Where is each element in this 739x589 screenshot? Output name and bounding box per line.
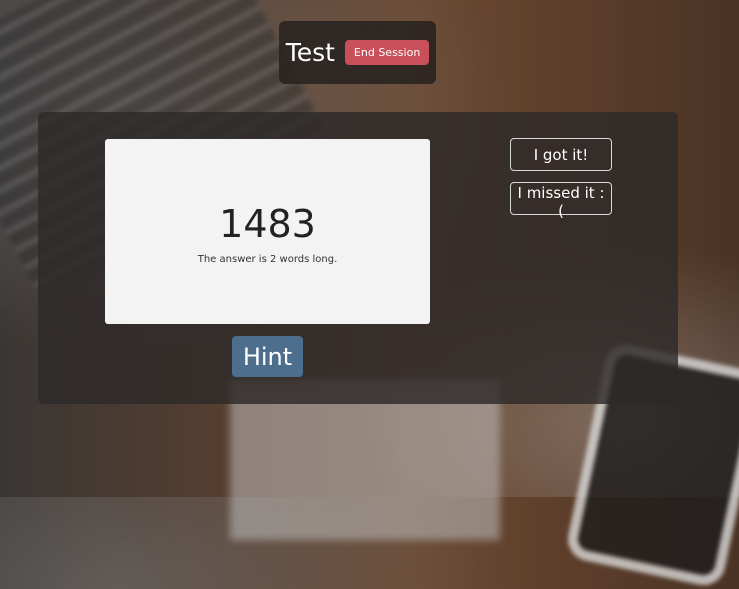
flashcard[interactable]: 1483 The answer is 2 words long. (105, 139, 430, 324)
flashcard-panel: 1483 The answer is 2 words long. Hint I … (38, 112, 678, 404)
hint-button[interactable]: Hint (232, 336, 303, 377)
session-header: Test End Session (279, 21, 436, 84)
background-paper (230, 380, 500, 540)
missed-it-button[interactable]: I missed it :( (510, 182, 612, 220)
page-title: Test (285, 38, 335, 67)
card-answer-hint: The answer is 2 words long. (197, 254, 338, 265)
got-it-button[interactable]: I got it! (510, 138, 612, 171)
end-session-button[interactable]: End Session (344, 40, 430, 65)
card-number: 1483 (219, 202, 316, 246)
